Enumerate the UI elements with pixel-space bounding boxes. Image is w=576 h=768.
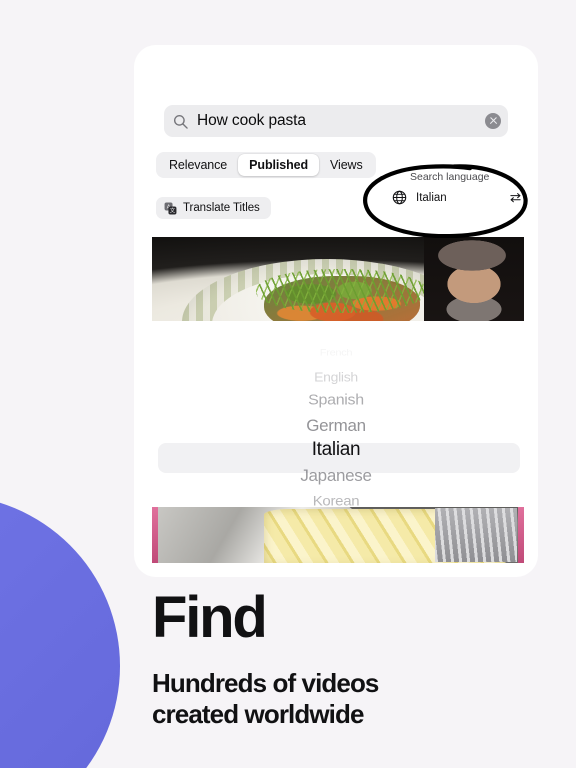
pasta-greens bbox=[256, 268, 428, 313]
picker-option-selected[interactable]: Italian bbox=[134, 439, 538, 461]
page-subtitle-line-2: created worldwide bbox=[152, 698, 364, 729]
clear-icon[interactable] bbox=[485, 113, 501, 129]
page-subtitle: Hundreds of videos created worldwide bbox=[152, 668, 379, 729]
search-input-value[interactable]: How cook pasta bbox=[197, 112, 485, 130]
globe-icon bbox=[392, 190, 407, 205]
app-card: How cook pasta Relevance Published Views… bbox=[134, 45, 538, 577]
picker-option[interactable]: Spanish bbox=[134, 393, 538, 410]
video-thumbnail-bottom[interactable] bbox=[152, 507, 524, 563]
picker-option[interactable]: French bbox=[134, 348, 538, 358]
tab-views[interactable]: Views bbox=[319, 154, 374, 176]
thumbnail-right-edge bbox=[518, 507, 524, 563]
picker-option[interactable]: Korean bbox=[134, 494, 538, 507]
sort-segmented-control[interactable]: Relevance Published Views bbox=[156, 152, 376, 178]
picker-option[interactable]: Japanese bbox=[134, 466, 538, 485]
tab-published[interactable]: Published bbox=[238, 154, 320, 176]
decorative-purple-circle bbox=[0, 495, 120, 768]
thumbnail-left-edge bbox=[152, 507, 158, 563]
presenter-portrait bbox=[423, 237, 524, 321]
svg-text:文: 文 bbox=[170, 206, 176, 214]
language-picker-wheel[interactable]: French English Spanish German Italian Japanes… bbox=[134, 321, 538, 507]
tab-relevance[interactable]: Relevance bbox=[158, 154, 238, 176]
page-subtitle-line-1: Hundreds of videos bbox=[152, 668, 379, 698]
search-language-control[interactable]: Search language Italian bbox=[392, 171, 526, 205]
page-title: Find bbox=[152, 585, 268, 650]
search-field[interactable]: How cook pasta bbox=[164, 105, 508, 137]
swap-arrows-icon[interactable] bbox=[509, 191, 522, 204]
picker-option[interactable]: English bbox=[134, 370, 538, 384]
search-language-row[interactable]: Italian bbox=[392, 190, 526, 205]
translate-titles-button[interactable]: A 文 Translate Titles bbox=[156, 197, 271, 219]
translate-titles-label: Translate Titles bbox=[183, 202, 260, 214]
search-language-value[interactable]: Italian bbox=[416, 192, 509, 204]
picker-option[interactable]: German bbox=[134, 416, 538, 435]
search-icon bbox=[173, 114, 188, 129]
search-language-label: Search language bbox=[410, 171, 490, 183]
translate-icon: A 文 bbox=[164, 202, 177, 215]
video-thumbnail-top[interactable] bbox=[152, 237, 524, 321]
fork bbox=[434, 508, 517, 562]
